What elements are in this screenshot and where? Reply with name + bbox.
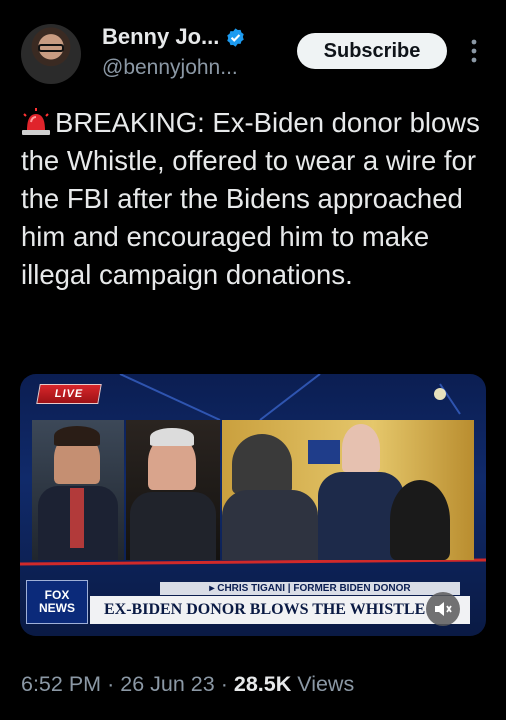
mute-button[interactable]: [426, 592, 460, 626]
tweet-time[interactable]: 6:52 PM: [21, 672, 101, 697]
photo-right-person: [390, 480, 450, 560]
news-lower-third: FOX NEWS ▸ CHRIS TIGANI | FORMER BIDEN D…: [20, 570, 486, 636]
meta-separator: ·: [220, 672, 228, 696]
subscribe-button[interactable]: Subscribe: [297, 33, 447, 69]
tweet-body: BREAKING: Ex-Biden donor blows the Whist…: [21, 107, 480, 290]
author-display-name[interactable]: Benny Jo...: [102, 24, 219, 50]
photo-foreground-shoulders: [222, 490, 318, 560]
network-logo-line2: NEWS: [39, 601, 75, 615]
host-tie: [70, 488, 84, 548]
guest-jacket: [130, 492, 216, 560]
photo-foreground-head: [232, 434, 292, 494]
author-handle[interactable]: @bennyjohn...: [102, 56, 238, 80]
views-count: 28.5K: [233, 672, 292, 696]
lower-third-headline: EX-BIDEN DONOR BLOWS THE WHISTLE: [90, 596, 470, 624]
live-badge: LIVE: [36, 384, 102, 404]
guest-hair: [150, 428, 194, 446]
photo-flag: [308, 440, 340, 464]
verified-badge-icon: [227, 27, 245, 47]
tweet-meta: 6:52 PM · 26 Jun 23 · 28.5K Views: [21, 672, 354, 697]
meta-separator: ·: [107, 672, 115, 696]
host-hair: [54, 426, 100, 446]
tweet-date[interactable]: 26 Jun 23: [120, 672, 214, 697]
author-name-row[interactable]: Benny Jo...: [102, 24, 246, 50]
speaker-muted-icon: [435, 602, 452, 616]
video-panel-photo: [222, 420, 474, 560]
views-label: Views: [297, 672, 355, 696]
photo-person-head: [342, 424, 380, 472]
video-panel-host: [32, 420, 124, 560]
lower-third-name: ▸ CHRIS TIGANI | FORMER BIDEN DONOR: [160, 582, 460, 595]
video-panel-guest: [126, 420, 220, 560]
avatar[interactable]: [21, 24, 81, 84]
video-player[interactable]: LIVE FOX NEWS ▸ CHRIS TIGANI | FORMER BI…: [20, 374, 486, 636]
network-logo: FOX NEWS: [26, 580, 88, 624]
siren-emoji-icon: [22, 108, 50, 135]
avatar-glasses: [38, 44, 64, 52]
more-options-icon[interactable]: [470, 38, 478, 64]
tweet-text: BREAKING: Ex-Biden donor blows the Whist…: [21, 104, 491, 294]
